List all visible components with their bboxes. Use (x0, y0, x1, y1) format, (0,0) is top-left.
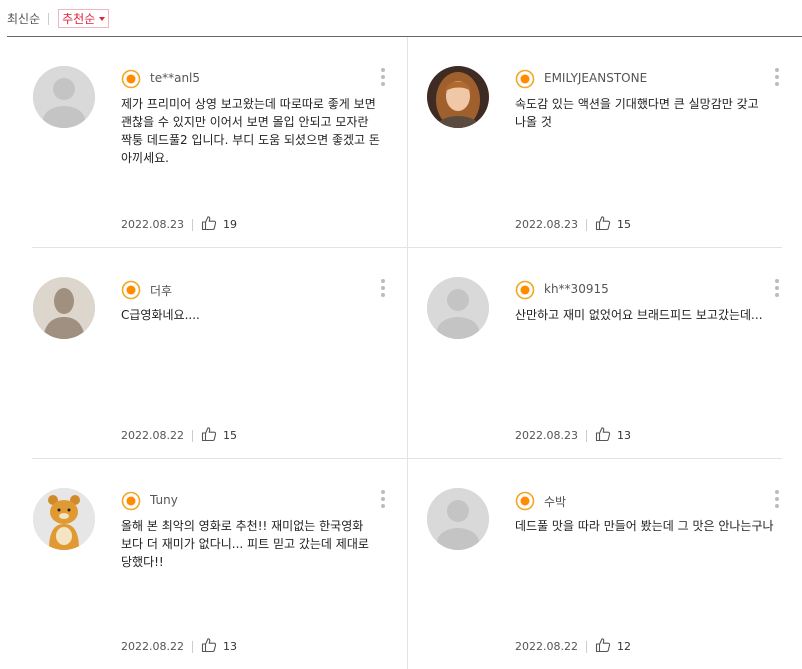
egg-badge-icon (121, 280, 141, 300)
row-divider (32, 458, 407, 459)
review-date: 2022.08.22 (121, 640, 184, 653)
review-username[interactable]: 수박 (544, 493, 566, 510)
review-footer: 2022.08.23 19 (121, 215, 237, 234)
review-username[interactable]: kh**30915 (544, 282, 609, 296)
egg-badge-icon (121, 69, 141, 89)
footer-divider (191, 429, 193, 442)
review-text: 제가 프리미어 상영 보고왔는데 따로따로 좋게 보면 괜찮을 수 있지만 이어… (121, 97, 380, 165)
review-text: 데드풀 맛을 따라 만들어 봤는데 그 맛은 안나는구나 (515, 519, 774, 533)
more-options-icon[interactable] (774, 279, 780, 301)
like-count: 15 (616, 218, 631, 231)
review-footer: 2022.08.22 13 (121, 637, 237, 656)
egg-badge-icon (515, 69, 535, 89)
like-count: 13 (616, 429, 631, 442)
review-footer: 2022.08.23 15 (515, 215, 631, 234)
review-footer: 2022.08.22 15 (121, 426, 237, 445)
review-date: 2022.08.23 (121, 218, 184, 231)
review-username[interactable]: EMILYJEANSTONE (544, 71, 647, 85)
footer-divider (191, 640, 193, 653)
review-date: 2022.08.23 (515, 429, 578, 442)
character-avatar[interactable] (33, 488, 95, 550)
like-count: 12 (616, 640, 631, 653)
thumbs-up-icon[interactable] (201, 426, 217, 445)
review-username[interactable]: te**anl5 (150, 71, 200, 85)
default-avatar[interactable] (33, 66, 95, 128)
footer-divider (191, 218, 193, 231)
footer-divider (585, 429, 587, 442)
silhouette-avatar[interactable] (33, 277, 95, 339)
sort-latest-button[interactable]: 최신순 (7, 10, 40, 27)
review-date: 2022.08.22 (515, 640, 578, 653)
like-count: 13 (222, 640, 237, 653)
sort-recommended-dropdown[interactable]: 추천순 (58, 9, 110, 28)
sort-bar: 최신순 추천순 (7, 9, 110, 28)
review-date: 2022.08.23 (515, 218, 578, 231)
footer-divider (585, 640, 587, 653)
sort-recommended-label: 추천순 (62, 12, 96, 26)
default-avatar[interactable] (427, 277, 489, 339)
footer-divider (585, 218, 587, 231)
review-username[interactable]: 더후 (150, 282, 172, 299)
more-options-icon[interactable] (774, 490, 780, 512)
egg-badge-icon (121, 491, 141, 511)
egg-badge-icon (515, 280, 535, 300)
review-text: 속도감 있는 액션을 기대했다면 큰 실망감만 갖고 나올 것 (515, 97, 759, 129)
more-options-icon[interactable] (380, 490, 386, 512)
header-divider (7, 36, 802, 37)
more-options-icon[interactable] (380, 279, 386, 301)
review-footer: 2022.08.22 12 (515, 637, 631, 656)
row-divider (408, 247, 782, 248)
more-options-icon[interactable] (774, 68, 780, 90)
like-count: 15 (222, 429, 237, 442)
default-avatar[interactable] (427, 488, 489, 550)
egg-badge-icon (515, 491, 535, 511)
thumbs-up-icon[interactable] (595, 637, 611, 656)
thumbs-up-icon[interactable] (595, 426, 611, 445)
like-count: 19 (222, 218, 237, 231)
photo-avatar[interactable] (427, 66, 489, 128)
review-date: 2022.08.22 (121, 429, 184, 442)
row-divider (32, 247, 407, 248)
thumbs-up-icon[interactable] (595, 215, 611, 234)
row-divider (408, 458, 782, 459)
sort-divider (48, 12, 50, 25)
more-options-icon[interactable] (380, 68, 386, 90)
thumbs-up-icon[interactable] (201, 215, 217, 234)
review-text: 올해 본 최악의 영화로 추천!! 재미없는 한국영화 보다 더 재미가 없다니… (121, 519, 369, 569)
caret-down-icon (99, 16, 106, 21)
review-username[interactable]: Tuny (150, 493, 178, 507)
thumbs-up-icon[interactable] (201, 637, 217, 656)
review-footer: 2022.08.23 13 (515, 426, 631, 445)
column-divider (407, 37, 408, 669)
review-text: 산만하고 재미 없었어요 브래드피드 보고갔는데... (515, 308, 763, 322)
review-text: C급영화네요.... (121, 308, 200, 322)
